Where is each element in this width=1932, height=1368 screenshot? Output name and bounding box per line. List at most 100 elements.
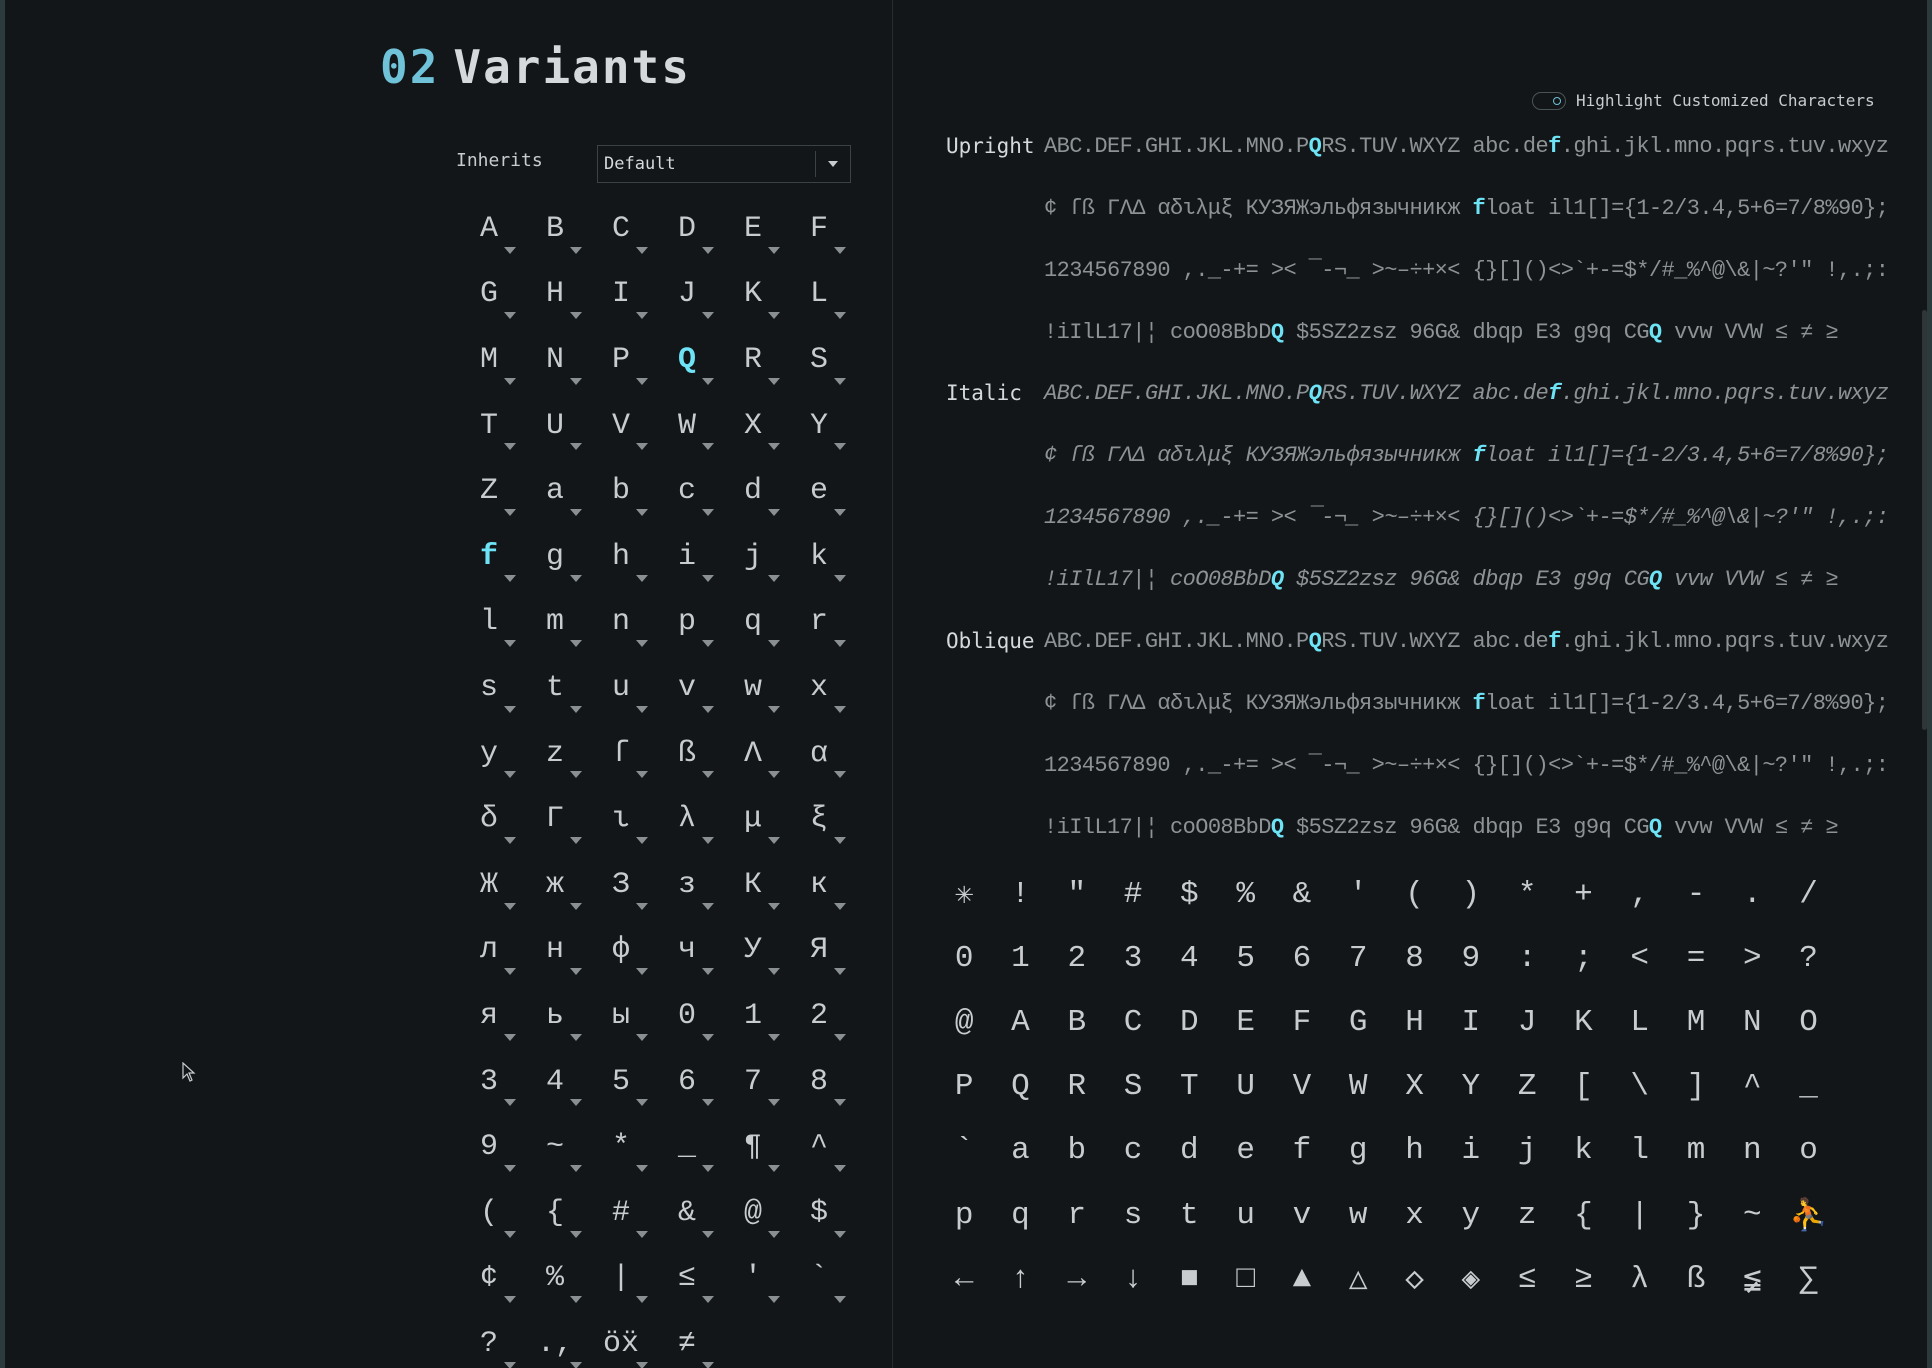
ascii-glyph[interactable]: [ bbox=[1555, 1055, 1611, 1119]
chevron-down-icon[interactable] bbox=[816, 145, 850, 183]
variant-cell[interactable]: e bbox=[786, 458, 852, 524]
triangle-down-icon[interactable] bbox=[768, 705, 780, 713]
ascii-glyph[interactable]: - bbox=[1668, 862, 1724, 926]
ascii-glyph[interactable]: □ bbox=[1217, 1247, 1273, 1311]
ascii-glyph[interactable]: 6 bbox=[1274, 926, 1330, 990]
variant-cell[interactable]: ¶ bbox=[720, 1114, 786, 1180]
ascii-glyph[interactable]: u bbox=[1217, 1183, 1273, 1247]
variant-cell[interactable]: У bbox=[720, 918, 786, 984]
variant-cell[interactable]: d bbox=[720, 458, 786, 524]
variant-cell[interactable]: k bbox=[786, 524, 852, 590]
ascii-glyph[interactable]: Q bbox=[992, 1055, 1048, 1119]
triangle-down-icon[interactable] bbox=[636, 902, 648, 910]
triangle-down-icon[interactable] bbox=[834, 902, 846, 910]
ascii-glyph[interactable]: ■ bbox=[1161, 1247, 1217, 1311]
variant-cell[interactable]: N bbox=[522, 327, 588, 393]
ascii-glyph[interactable]: * bbox=[1499, 862, 1555, 926]
triangle-down-icon[interactable] bbox=[504, 246, 516, 254]
triangle-down-icon[interactable] bbox=[702, 968, 714, 976]
triangle-down-icon[interactable] bbox=[570, 443, 582, 451]
triangle-down-icon[interactable] bbox=[702, 1033, 714, 1041]
variant-cell[interactable]: ы bbox=[588, 983, 654, 1049]
triangle-down-icon[interactable] bbox=[636, 836, 648, 844]
variant-cell[interactable]: н bbox=[522, 918, 588, 984]
triangle-down-icon[interactable] bbox=[570, 377, 582, 385]
variant-cell[interactable]: h bbox=[588, 524, 654, 590]
variant-cell[interactable]: B bbox=[522, 196, 588, 262]
ascii-glyph[interactable]: D bbox=[1161, 990, 1217, 1054]
triangle-down-icon[interactable] bbox=[504, 968, 516, 976]
triangle-down-icon[interactable] bbox=[570, 705, 582, 713]
ascii-glyph[interactable]: △ bbox=[1330, 1247, 1386, 1311]
variant-cell[interactable]: w bbox=[720, 655, 786, 721]
variant-cell[interactable]: ч bbox=[654, 918, 720, 984]
variant-cell[interactable]: L bbox=[786, 262, 852, 328]
variant-cell[interactable]: * bbox=[588, 1114, 654, 1180]
triangle-down-icon[interactable] bbox=[768, 1164, 780, 1172]
variant-cell[interactable]: 5 bbox=[588, 1049, 654, 1115]
triangle-down-icon[interactable] bbox=[834, 1296, 846, 1304]
triangle-down-icon[interactable] bbox=[702, 836, 714, 844]
variant-cell[interactable]: 1 bbox=[720, 983, 786, 1049]
ascii-glyph[interactable]: P bbox=[936, 1055, 992, 1119]
variant-cell[interactable]: я bbox=[456, 983, 522, 1049]
ascii-glyph[interactable]: l bbox=[1612, 1119, 1668, 1183]
ascii-glyph[interactable]: d bbox=[1161, 1119, 1217, 1183]
variant-cell[interactable]: | bbox=[588, 1246, 654, 1312]
ascii-glyph[interactable]: ß bbox=[1668, 1247, 1724, 1311]
variant-cell[interactable]: ( bbox=[456, 1180, 522, 1246]
variant-cell[interactable]: j bbox=[720, 524, 786, 590]
triangle-down-icon[interactable] bbox=[702, 508, 714, 516]
ascii-glyph[interactable]: e bbox=[1217, 1119, 1273, 1183]
triangle-down-icon[interactable] bbox=[504, 1296, 516, 1304]
triangle-down-icon[interactable] bbox=[768, 771, 780, 779]
variant-cell[interactable]: ж bbox=[522, 852, 588, 918]
triangle-down-icon[interactable] bbox=[636, 1296, 648, 1304]
triangle-down-icon[interactable] bbox=[768, 1296, 780, 1304]
variant-cell[interactable]: u bbox=[588, 655, 654, 721]
triangle-down-icon[interactable] bbox=[570, 836, 582, 844]
triangle-down-icon[interactable] bbox=[636, 574, 648, 582]
ascii-glyph[interactable]: ! bbox=[992, 862, 1048, 926]
variant-cell[interactable]: ~ bbox=[522, 1114, 588, 1180]
triangle-down-icon[interactable] bbox=[702, 1361, 714, 1368]
triangle-down-icon[interactable] bbox=[636, 508, 648, 516]
variant-cell[interactable]: 9 bbox=[456, 1114, 522, 1180]
triangle-down-icon[interactable] bbox=[768, 968, 780, 976]
triangle-down-icon[interactable] bbox=[570, 902, 582, 910]
variant-cell[interactable]: к bbox=[786, 852, 852, 918]
variant-cell[interactable]: r bbox=[786, 590, 852, 656]
ascii-glyph[interactable]: 4 bbox=[1161, 926, 1217, 990]
variant-cell[interactable]: c bbox=[654, 458, 720, 524]
variant-cell[interactable]: p bbox=[654, 590, 720, 656]
triangle-down-icon[interactable] bbox=[702, 1296, 714, 1304]
ascii-glyph[interactable]: H bbox=[1386, 990, 1442, 1054]
ascii-glyph[interactable]: 2 bbox=[1049, 926, 1105, 990]
ascii-glyph[interactable]: ↑ bbox=[992, 1247, 1048, 1311]
triangle-down-icon[interactable] bbox=[636, 443, 648, 451]
ascii-glyph[interactable]: f bbox=[1274, 1119, 1330, 1183]
triangle-down-icon[interactable] bbox=[834, 836, 846, 844]
ascii-glyph[interactable]: ≥ bbox=[1555, 1247, 1611, 1311]
triangle-down-icon[interactable] bbox=[504, 771, 516, 779]
ascii-glyph[interactable]: z bbox=[1499, 1183, 1555, 1247]
variant-cell[interactable]: A bbox=[456, 196, 522, 262]
triangle-down-icon[interactable] bbox=[570, 640, 582, 648]
ascii-glyph[interactable]: = bbox=[1668, 926, 1724, 990]
triangle-down-icon[interactable] bbox=[834, 377, 846, 385]
triangle-down-icon[interactable] bbox=[504, 508, 516, 516]
triangle-down-icon[interactable] bbox=[834, 574, 846, 582]
variant-cell[interactable]: ≤ bbox=[654, 1246, 720, 1312]
triangle-down-icon[interactable] bbox=[504, 1361, 516, 1368]
variant-cell[interactable]: K bbox=[720, 262, 786, 328]
triangle-down-icon[interactable] bbox=[702, 443, 714, 451]
ascii-glyph[interactable]: # bbox=[1105, 862, 1161, 926]
variant-cell[interactable]: Y bbox=[786, 393, 852, 459]
ascii-glyph[interactable]: / bbox=[1780, 862, 1836, 926]
ascii-glyph[interactable]: → bbox=[1049, 1247, 1105, 1311]
triangle-down-icon[interactable] bbox=[504, 1099, 516, 1107]
variant-cell[interactable]: W bbox=[654, 393, 720, 459]
variant-cell[interactable]: g bbox=[522, 524, 588, 590]
triangle-down-icon[interactable] bbox=[636, 246, 648, 254]
triangle-down-icon[interactable] bbox=[504, 640, 516, 648]
